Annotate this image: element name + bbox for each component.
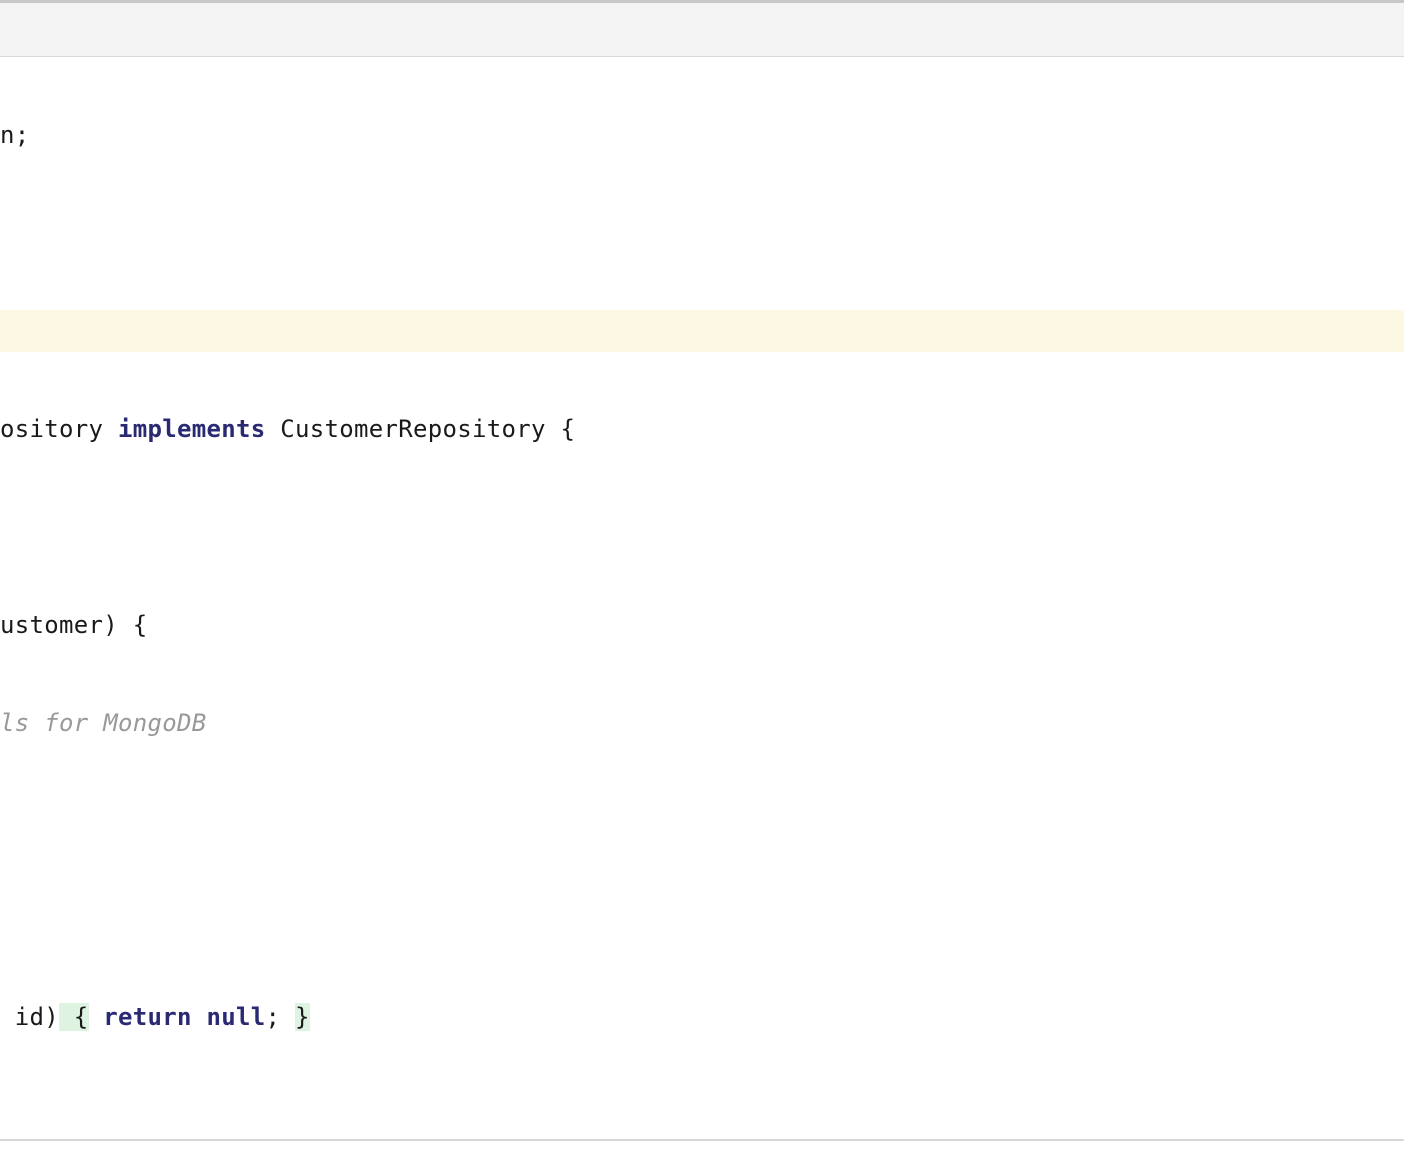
brace-open: { bbox=[59, 1003, 89, 1031]
code-fragment: n; bbox=[0, 121, 30, 149]
brace-close: } bbox=[295, 1003, 310, 1031]
code-fragment: CustomerRepository { bbox=[266, 415, 576, 443]
semicolon: ; bbox=[266, 1003, 281, 1031]
editor-header-bar bbox=[0, 3, 1404, 57]
code-line: id) { return null; } bbox=[0, 996, 1404, 1038]
code-fragment: ustomer) { bbox=[0, 611, 148, 639]
keyword-null: null bbox=[207, 1003, 266, 1031]
code-line-blank bbox=[0, 1094, 1404, 1136]
keyword-return: return bbox=[103, 1003, 192, 1031]
code-fragment: ository bbox=[0, 415, 118, 443]
code-line-highlighted bbox=[0, 310, 1404, 352]
editor-footer-border bbox=[0, 1139, 1404, 1144]
code-line-blank bbox=[0, 506, 1404, 548]
code-comment: ls for MongoDB bbox=[0, 709, 207, 737]
code-line: n; bbox=[0, 114, 1404, 156]
code-line-blank bbox=[0, 212, 1404, 254]
code-fragment: id) bbox=[0, 1003, 59, 1031]
keyword-implements: implements bbox=[118, 415, 266, 443]
code-line-blank bbox=[0, 800, 1404, 842]
code-line: ls for MongoDB bbox=[0, 702, 1404, 744]
code-line: ository implements CustomerRepository { bbox=[0, 408, 1404, 450]
code-editor-area[interactable]: n; ository implements CustomerRepository… bbox=[0, 58, 1404, 1154]
code-line-blank bbox=[0, 898, 1404, 940]
code-line: ustomer) { bbox=[0, 604, 1404, 646]
